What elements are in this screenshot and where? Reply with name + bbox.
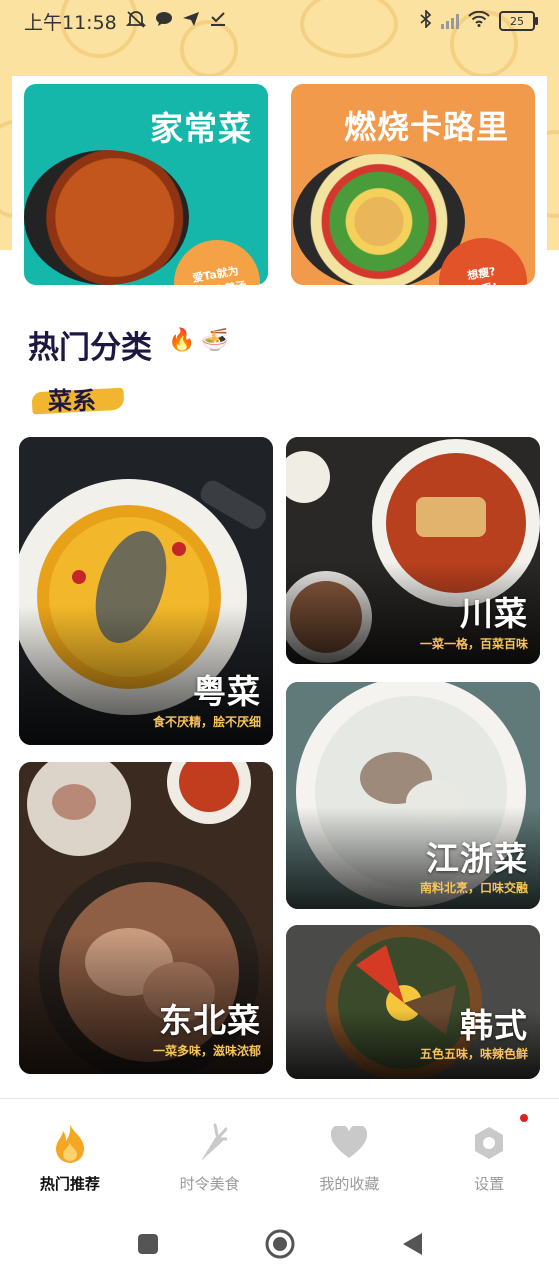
battery-icon: 25: [499, 11, 538, 31]
banner-title: 家常菜: [150, 109, 252, 148]
nav-label: 时令美食: [179, 1175, 240, 1193]
send-icon: [182, 11, 200, 32]
banner-burn-calories[interactable]: 燃烧卡路里 想瘦? 享受!: [291, 84, 535, 285]
section-subtitle: 菜系: [31, 382, 125, 416]
subtitle-text: 菜系: [48, 387, 96, 415]
flame-icon: [50, 1123, 90, 1163]
banner-home-cooking[interactable]: 家常菜 爱Ta就为 Ta手作羹汤: [24, 84, 268, 285]
system-nav-bar: [0, 1208, 559, 1280]
recents-button[interactable]: [132, 1228, 164, 1260]
notification-dot: [520, 1114, 528, 1122]
cuisine-name: 粤菜: [193, 672, 261, 711]
cuisine-card-northeastern[interactable]: 东北菜 一菜多味，滋味浓郁: [19, 762, 273, 1074]
chat-bubble-icon: [155, 11, 173, 32]
mute-icon: [125, 10, 146, 33]
cuisine-name: 江浙菜: [426, 839, 528, 878]
banner-title: 燃烧卡路里: [343, 108, 509, 146]
circle-icon: [265, 1229, 294, 1259]
cuisine-name: 川菜: [460, 594, 528, 633]
battery-level: 25: [510, 14, 524, 28]
status-bar: 上午11:58 25: [0, 0, 559, 42]
salad-bowl-image: [293, 154, 465, 285]
wifi-icon: [468, 10, 490, 32]
cuisine-desc: 食不厌精，脍不厌细: [152, 715, 261, 729]
section-title: 热门分类: [28, 330, 152, 366]
cuisine-name: 东北菜: [159, 1001, 261, 1040]
heart-icon: [329, 1123, 369, 1163]
cuisine-card-cantonese[interactable]: 粤菜 食不厌精，脍不厌细: [19, 437, 273, 745]
cuisine-desc: 五色五味，味辣色鲜: [419, 1047, 528, 1061]
home-button[interactable]: [264, 1228, 296, 1260]
nav-label: 热门推荐: [39, 1175, 100, 1193]
nav-tab-hot[interactable]: 热门推荐: [0, 1099, 140, 1209]
fire-emoji-icon: 🔥: [168, 328, 196, 353]
cuisine-desc: 一菜一格，百菜百味: [419, 637, 528, 651]
cuisine-card-jiangzhe[interactable]: 江浙菜 南料北烹，口味交融: [286, 682, 540, 909]
cuisine-desc: 南料北烹，口味交融: [419, 881, 528, 895]
nav-tab-seasonal[interactable]: 时令美食: [140, 1099, 280, 1209]
nav-tab-settings[interactable]: 设置: [419, 1099, 559, 1209]
back-button[interactable]: [396, 1228, 428, 1260]
cuisine-card-korean[interactable]: 韩式 五色五味，味辣色鲜: [286, 925, 540, 1079]
cuisine-card-sichuan[interactable]: 川菜 一菜一格，百菜百味: [286, 437, 540, 664]
nav-label: 我的收藏: [319, 1175, 380, 1193]
check-icon: [209, 11, 227, 32]
carrot-icon: [190, 1123, 230, 1163]
cuisine-desc: 一菜多味，滋味浓郁: [152, 1044, 261, 1058]
bottom-nav: 热门推荐 时令美食 我的收藏 设置: [0, 1098, 559, 1209]
status-time: 上午11:58: [24, 11, 117, 34]
cuisine-name: 韩式: [460, 1006, 528, 1045]
nav-label: 设置: [474, 1175, 505, 1193]
settings-icon: [469, 1123, 509, 1163]
noodle-emoji-icon: 🍜: [201, 328, 229, 353]
triangle-back-icon: [402, 1233, 422, 1255]
nav-tab-favorites[interactable]: 我的收藏: [280, 1099, 420, 1209]
signal-icon: [441, 13, 459, 29]
stew-bowl-image: [24, 150, 189, 285]
square-icon: [137, 1234, 158, 1254]
bluetooth-icon: [420, 8, 432, 33]
